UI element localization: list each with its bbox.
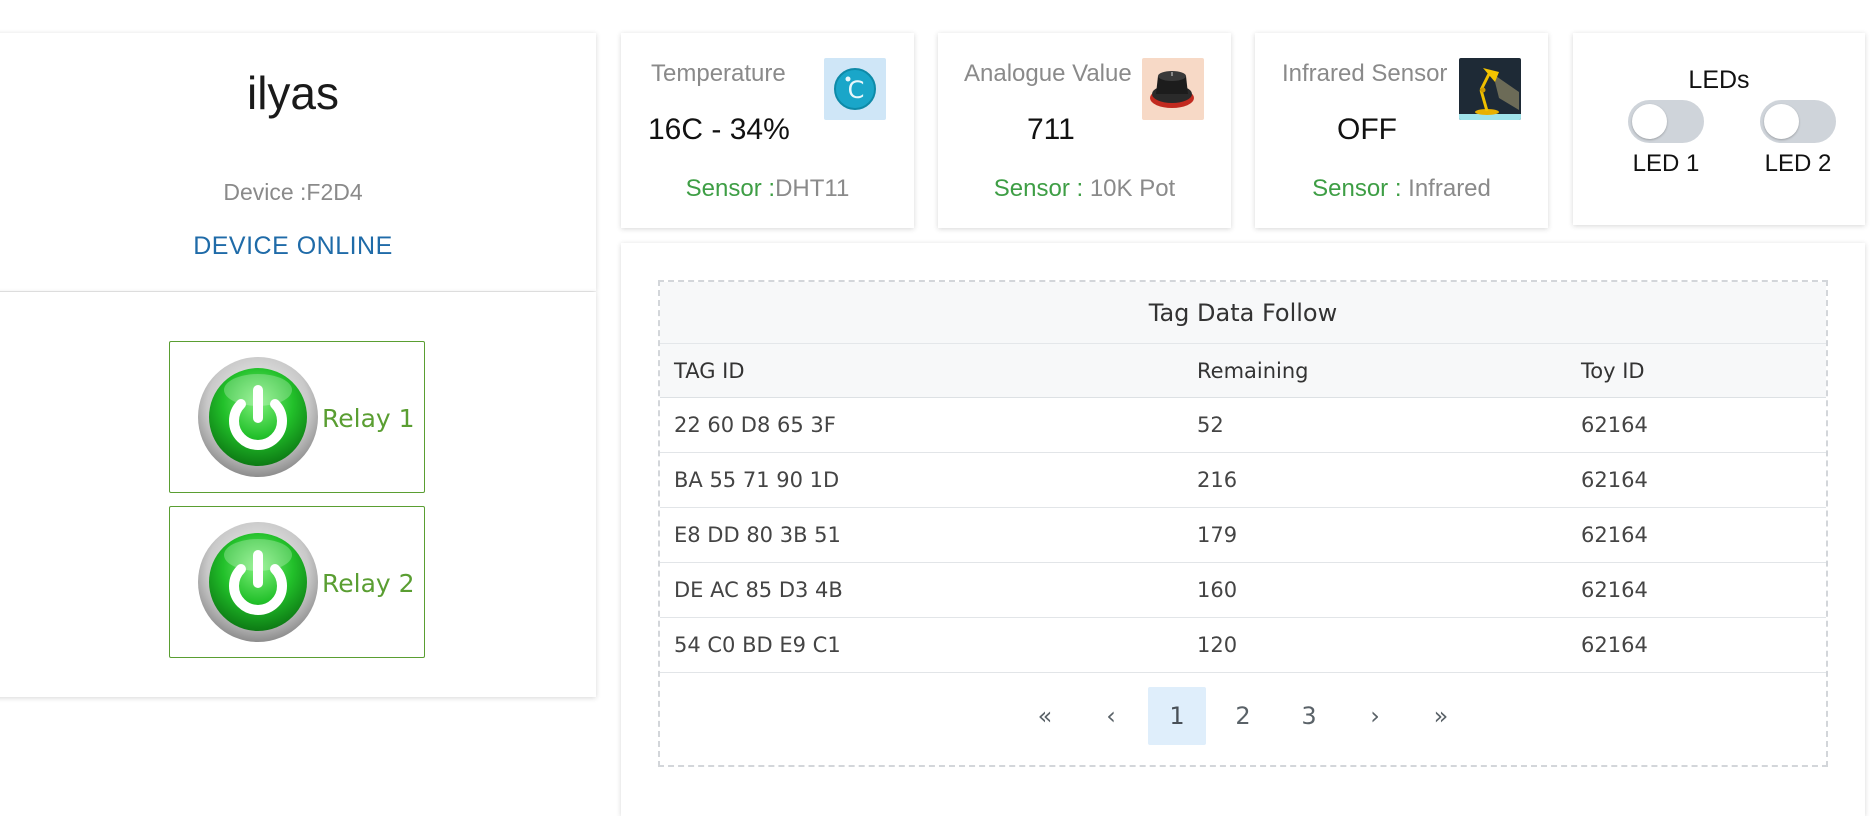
toy-id-cell: 62164	[1581, 468, 1648, 492]
device-id: Device :F2D4	[223, 179, 363, 205]
infrared-title: Infrared Sensor	[1282, 60, 1448, 87]
led-1-label: LED 1	[1632, 150, 1700, 177]
device-name: ilyas	[246, 67, 340, 119]
toy-id-cell: 62164	[1581, 633, 1648, 657]
tag-table: Tag Data Follow TAG ID Remaining Toy ID …	[658, 280, 1828, 767]
temperature-value: 16C - 34%	[648, 113, 790, 146]
power-icon	[198, 357, 318, 477]
column-header-tag-id: TAG ID	[674, 359, 745, 383]
device-status: DEVICE ONLINE	[193, 232, 393, 260]
page-button-2[interactable]: 2	[1214, 687, 1272, 745]
column-header-toy-id: Toy ID	[1581, 359, 1645, 383]
toy-id-cell: 62164	[1581, 523, 1648, 547]
sensor-label: Sensor :	[993, 175, 1084, 202]
analogue-sensor-info: Sensor : 10K Pot	[938, 175, 1231, 203]
remaining-cell: 179	[1197, 523, 1238, 547]
sensor-type: DHT11	[775, 175, 850, 202]
tag-id-cell: E8 DD 80 3B 51	[674, 523, 841, 547]
relay-2-label: Relay 2	[322, 569, 415, 598]
led-card: LEDs LED 1 LED 2	[1573, 33, 1865, 225]
sensor-label: Sensor :	[1312, 175, 1402, 202]
table-header-row: TAG ID Remaining Toy ID	[660, 344, 1826, 398]
relay-2-button[interactable]: Relay 2	[169, 506, 425, 658]
next-page-button[interactable]: ›	[1346, 687, 1404, 745]
led-1-toggle[interactable]	[1628, 100, 1704, 143]
tag-id-cell: 22 60 D8 65 3F	[674, 413, 836, 437]
toggle-knob	[1632, 104, 1667, 139]
tag-id-cell: BA 55 71 90 1D	[674, 468, 840, 492]
table-row: DE AC 85 D3 4B 160 62164	[660, 563, 1826, 618]
sensor-type: 10K Pot	[1083, 175, 1176, 202]
infrared-card: Infrared Sensor OFF Sensor : Infrared	[1255, 33, 1548, 228]
table-title: Tag Data Follow	[660, 282, 1826, 344]
tag-table-card: Tag Data Follow TAG ID Remaining Toy ID …	[621, 243, 1865, 816]
table-row: 54 C0 BD E9 C1 120 62164	[660, 618, 1826, 673]
device-card: ilyas Device :F2D4 DEVICE ONLINE	[0, 33, 596, 291]
remaining-cell: 216	[1197, 468, 1238, 492]
remaining-cell: 52	[1197, 413, 1224, 437]
potentiometer-icon	[1142, 58, 1204, 120]
remaining-cell: 160	[1197, 578, 1238, 602]
tag-id-cell: 54 C0 BD E9 C1	[674, 633, 841, 657]
toy-id-cell: 62164	[1581, 413, 1648, 437]
sensor-type: Infrared	[1401, 175, 1491, 202]
infrared-value: OFF	[1337, 113, 1397, 146]
temperature-card: Temperature C 16C - 34% Sensor :DHT11	[621, 33, 914, 228]
table-row: BA 55 71 90 1D 216 62164	[660, 453, 1826, 508]
relay-1-button[interactable]: Relay 1	[169, 341, 425, 493]
toggle-knob	[1764, 104, 1799, 139]
led-2-label: LED 2	[1764, 150, 1832, 177]
table-row: 22 60 D8 65 3F 52 62164	[660, 398, 1826, 453]
infrared-sensor-info: Sensor : Infrared	[1255, 175, 1548, 203]
analogue-value: 711	[1027, 113, 1075, 146]
column-header-remaining: Remaining	[1197, 359, 1309, 383]
analogue-title: Analogue Value	[964, 60, 1132, 87]
led-title: LEDs	[1688, 66, 1750, 94]
table-row: E8 DD 80 3B 51 179 62164	[660, 508, 1826, 563]
celsius-icon: C	[824, 58, 886, 120]
sensor-label: Sensor :	[685, 175, 776, 202]
led-2-toggle[interactable]	[1760, 100, 1836, 143]
previous-page-button[interactable]: ‹	[1082, 687, 1140, 745]
relay-1-label: Relay 1	[322, 404, 415, 433]
tag-id-cell: DE AC 85 D3 4B	[674, 578, 843, 602]
first-page-button[interactable]: «	[1016, 687, 1074, 745]
relay-card: Relay 1 Relay 2	[0, 292, 596, 697]
analogue-card: Analogue Value 711 Sensor : 10K Pot	[938, 33, 1231, 228]
lamp-icon	[1459, 58, 1521, 120]
page-button-3[interactable]: 3	[1280, 687, 1338, 745]
page-button-1[interactable]: 1	[1148, 687, 1206, 745]
temperature-title: Temperature	[651, 60, 786, 87]
temperature-sensor-info: Sensor :DHT11	[621, 175, 914, 203]
pagination: « ‹ 1 2 3 › »	[660, 687, 1826, 747]
remaining-cell: 120	[1197, 633, 1238, 657]
last-page-button[interactable]: »	[1412, 687, 1470, 745]
toy-id-cell: 62164	[1581, 578, 1648, 602]
power-icon	[198, 522, 318, 642]
